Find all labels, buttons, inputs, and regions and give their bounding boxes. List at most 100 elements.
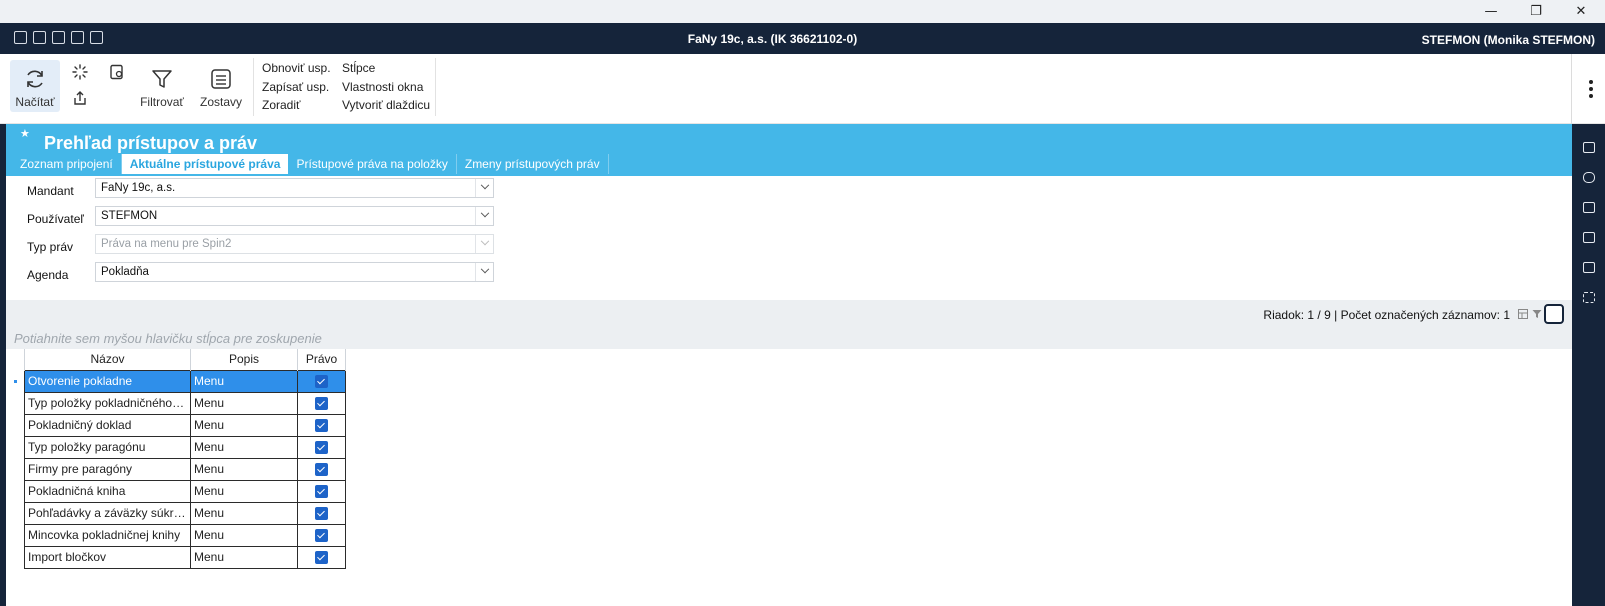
tab-bar: Zoznam pripojení Aktuálne prístupové prá…	[12, 154, 609, 174]
checked-checkbox-icon[interactable]	[315, 463, 328, 477]
cell-name[interactable]: Firmy pre paragóny	[24, 457, 191, 481]
column-header-description[interactable]: Popis	[190, 349, 298, 370]
ribbon-links-col1: Obnoviť usp. Zapísať usp. Zoradiť	[262, 61, 331, 113]
cell-right	[297, 435, 346, 459]
cell-description[interactable]: Menu	[190, 479, 298, 503]
cell-name[interactable]: Import bločkov	[24, 545, 191, 569]
user-select[interactable]: STEFMON	[95, 206, 494, 226]
tab-access-rights-changes[interactable]: Zmeny prístupových práv	[457, 154, 609, 174]
feedback-icon[interactable]	[1583, 262, 1595, 273]
cell-name[interactable]: Otvorenie pokladne	[24, 369, 191, 393]
ribbon-right-divider	[1571, 54, 1572, 124]
table-row[interactable]: Import bločkov Menu	[24, 545, 346, 569]
checked-checkbox-icon[interactable]	[315, 397, 328, 411]
os-window-bar: — ❐ ✕	[0, 0, 1605, 23]
cell-description[interactable]: Menu	[190, 457, 298, 481]
column-header-name[interactable]: Názov	[24, 349, 191, 370]
more-options-icon[interactable]	[1589, 80, 1593, 101]
table-row[interactable]: Mincovka pokladničnej knihy Menu	[24, 523, 346, 547]
restore-icon[interactable]: ❐	[1513, 0, 1559, 23]
filter-icon[interactable]	[1532, 309, 1542, 319]
columns-link[interactable]: Stĺpce	[342, 61, 430, 76]
checked-checkbox-icon[interactable]	[315, 441, 328, 455]
page-title: Prehľad prístupov a práv	[44, 133, 257, 153]
window-properties-link[interactable]: Vlastnosti okna	[342, 80, 430, 95]
column-header-right[interactable]: Právo	[297, 349, 346, 370]
filter-button[interactable]: Filtrovať	[138, 60, 186, 112]
cell-description[interactable]: Menu	[190, 545, 298, 569]
cell-description[interactable]: Menu	[190, 391, 298, 415]
search-preview-icon[interactable]	[1544, 304, 1564, 324]
help-icon[interactable]	[1583, 142, 1595, 153]
mandant-select[interactable]: FaNy 19c, a.s.	[95, 178, 494, 198]
cell-right	[297, 391, 346, 415]
link-icon[interactable]	[1583, 172, 1595, 183]
grid-body: Otvorenie pokladne Menu Typ položky poklad…	[24, 369, 346, 569]
table-row[interactable]: Firmy pre paragóny Menu	[24, 457, 346, 481]
save-settings-link[interactable]: Zapísať usp.	[262, 80, 331, 95]
cell-description[interactable]: Menu	[190, 501, 298, 525]
rights-type-value: Práva na menu pre Spin2	[101, 238, 232, 250]
cell-description[interactable]: Menu	[190, 369, 298, 393]
checked-checkbox-icon[interactable]	[315, 485, 328, 499]
table-row[interactable]: Pokladničná kniha Menu	[24, 479, 346, 503]
checked-checkbox-icon[interactable]	[315, 529, 328, 543]
cell-name[interactable]: Typ položky pokladničného dokladu	[24, 391, 191, 415]
fullscreen-icon[interactable]	[1583, 292, 1595, 303]
agenda-row: Agenda Pokladňa	[6, 262, 506, 284]
reports-label: Zostavy	[199, 95, 242, 109]
checked-checkbox-icon[interactable]	[315, 419, 328, 433]
load-button[interactable]: Načítať	[10, 60, 60, 112]
agenda-select[interactable]: Pokladňa	[95, 262, 494, 282]
cell-right	[297, 369, 346, 393]
tab-current-access-rights[interactable]: Aktuálne prístupové práva	[121, 154, 289, 174]
app-title-bar: FaNy 19c, a.s. (IK 36621102-0) STEFMON (…	[0, 23, 1605, 54]
cell-right	[297, 457, 346, 481]
close-icon[interactable]: ✕	[1558, 0, 1604, 23]
tab-connections-list[interactable]: Zoznam pripojení	[12, 154, 122, 174]
cell-name[interactable]: Pokladničná kniha	[24, 479, 191, 503]
mandant-value: FaNy 19c, a.s.	[101, 182, 176, 194]
right-sidebar	[1572, 124, 1605, 606]
loading-spinner-icon[interactable]	[72, 64, 88, 80]
inbox-icon[interactable]	[1583, 232, 1595, 243]
cell-right	[297, 501, 346, 525]
table-row[interactable]: Typ položky paragónu Menu	[24, 435, 346, 459]
checked-checkbox-icon[interactable]	[315, 507, 328, 521]
load-label: Načítať	[15, 95, 55, 109]
grid-settings-icon[interactable]	[1518, 309, 1528, 319]
chevron-down-icon[interactable]	[475, 207, 493, 225]
minimize-icon[interactable]: —	[1468, 0, 1514, 23]
rights-grid: Názov Popis Právo Otvorenie pokladne Menu…	[24, 349, 346, 569]
rights-type-label: Typ práv	[27, 240, 74, 254]
chevron-down-icon[interactable]	[475, 179, 493, 197]
tab-item-access-rights[interactable]: Prístupové práva na položky	[288, 154, 457, 174]
cell-name[interactable]: Mincovka pokladničnej knihy	[24, 523, 191, 547]
export-icon[interactable]	[72, 90, 88, 106]
cell-name[interactable]: Pohľadávky a záväzky súkromných osôb	[24, 501, 191, 525]
checked-checkbox-icon[interactable]	[315, 551, 328, 565]
table-row[interactable]: Pohľadávky a záväzky súkromných osôbMenu	[24, 501, 346, 525]
table-row[interactable]: Otvorenie pokladne Menu	[24, 369, 346, 393]
favorite-star-icon[interactable]: ★	[20, 127, 30, 140]
current-row-marker	[14, 380, 17, 383]
ribbon-toolbar: Načítať Filtrovať Zostavy Obnoviť usp. Z…	[0, 54, 1605, 124]
preview-icon[interactable]	[109, 64, 125, 80]
cell-name[interactable]: Typ položky paragónu	[24, 435, 191, 459]
cell-name[interactable]: Pokladničný doklad	[24, 413, 191, 437]
checked-checkbox-icon[interactable]	[315, 375, 328, 389]
group-by-band[interactable]: Potiahnite sem myšou hlavičku stĺpca pre…	[6, 328, 1572, 349]
cell-description[interactable]: Menu	[190, 435, 298, 459]
cell-description[interactable]: Menu	[190, 523, 298, 547]
page-header: ★ Prehľad prístupov a práv Zoznam pripoj…	[6, 124, 1572, 176]
table-row[interactable]: Pokladničný doklad Menu	[24, 413, 346, 437]
rights-type-row: Typ práv Práva na menu pre Spin2	[6, 234, 506, 256]
sort-link[interactable]: Zoradiť	[262, 98, 331, 113]
chevron-down-icon[interactable]	[475, 263, 493, 281]
reports-button[interactable]: Zostavy	[196, 60, 246, 112]
create-tile-link[interactable]: Vytvoriť dlaždicu	[342, 98, 430, 113]
cell-description[interactable]: Menu	[190, 413, 298, 437]
refresh-settings-link[interactable]: Obnoviť usp.	[262, 61, 331, 76]
cart-icon[interactable]	[1583, 202, 1595, 213]
table-row[interactable]: Typ položky pokladničného dokladuMenu	[24, 391, 346, 415]
